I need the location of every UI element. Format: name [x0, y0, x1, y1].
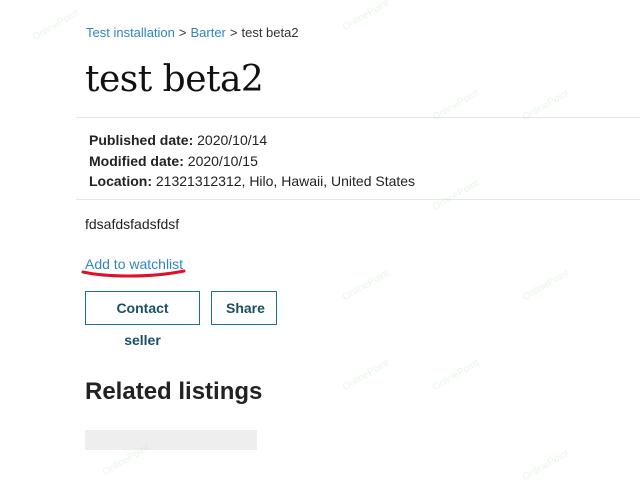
- location-row: Location: 21321312312, Hilo, Hawaii, Uni…: [89, 171, 415, 192]
- red-underline-annotation: [81, 269, 186, 278]
- page-title: test beta2: [85, 59, 264, 100]
- breadcrumb-separator: >: [178, 25, 187, 40]
- divider: [76, 117, 640, 118]
- listing-description: fdsafdsfadsfdsf: [85, 216, 180, 232]
- modified-date-value: 2020/10/15: [187, 152, 258, 169]
- breadcrumb-current: test beta2: [241, 25, 299, 40]
- modified-date-label: Modified date:: [89, 152, 184, 169]
- divider: [76, 199, 640, 200]
- watermark: OnlinePoint: [520, 267, 571, 304]
- share-button[interactable]: Share: [211, 291, 277, 325]
- published-date-value: 2020/10/14: [197, 132, 268, 148]
- contact-seller-button[interactable]: Contact seller: [85, 291, 200, 348]
- published-date-label: Published date:: [89, 132, 194, 148]
- breadcrumb-separator: >: [229, 25, 238, 40]
- watermark: OnlinePoint: [30, 7, 81, 44]
- watermark: OnlinePoint: [520, 447, 571, 483]
- breadcrumb-link-test-installation[interactable]: Test installation: [86, 25, 175, 40]
- watermark: OnlinePoint: [430, 357, 481, 394]
- location-value: 21321312312, Hilo, Hawaii, United States: [155, 173, 416, 189]
- related-listings-heading: Related listings: [85, 378, 263, 405]
- related-listing-placeholder: [85, 430, 257, 450]
- watermark: OnlinePoint: [430, 177, 481, 214]
- watermark: OnlinePoint: [340, 357, 391, 394]
- location-label: Location:: [89, 173, 152, 189]
- listing-metadata: Published date: 2020/10/14 Modified date…: [89, 130, 415, 192]
- modified-date-row: Modified date: 2020/10/15: [89, 151, 415, 172]
- watermark: OnlinePoint: [340, 0, 391, 34]
- breadcrumb-link-barter[interactable]: Barter: [190, 25, 225, 40]
- watermark: OnlinePoint: [340, 267, 391, 304]
- breadcrumb: Test installation > Barter > test beta2: [86, 25, 299, 41]
- published-date-row: Published date: 2020/10/14: [89, 130, 415, 151]
